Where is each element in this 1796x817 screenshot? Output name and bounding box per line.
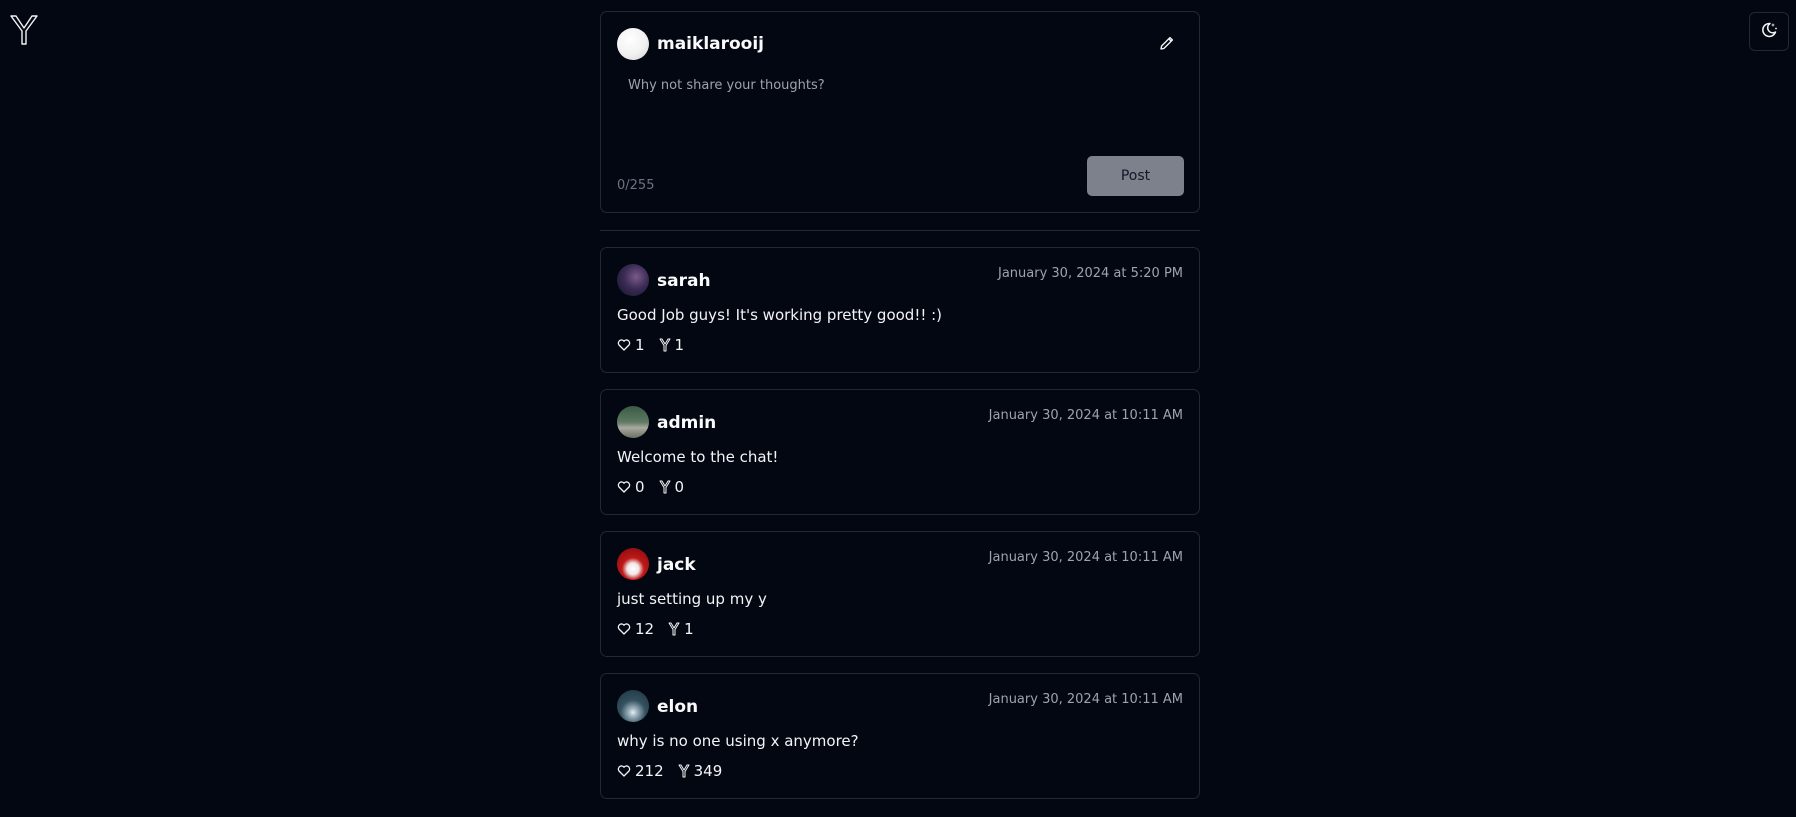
moon-stars-icon — [1760, 21, 1778, 43]
repost-count: 349 — [693, 762, 723, 780]
y-repost-icon — [659, 480, 671, 494]
y-repost-icon — [668, 622, 680, 636]
post-composer: maiklarooij 0/255 Post — [600, 11, 1200, 213]
post-card: admin January 30, 2024 at 10:11 AM Welco… — [600, 389, 1200, 515]
y-repost-icon — [659, 338, 671, 352]
pencil-icon — [1158, 36, 1176, 56]
post-username[interactable]: elon — [657, 697, 698, 717]
post-content: just setting up my y — [617, 590, 767, 608]
heart-icon — [617, 764, 631, 778]
post-timestamp: January 30, 2024 at 10:11 AM — [988, 408, 1183, 423]
post-card: sarah January 30, 2024 at 5:20 PM Good J… — [600, 247, 1200, 373]
repost-button[interactable]: 1 — [659, 336, 685, 354]
post-card: elon January 30, 2024 at 10:11 AM why is… — [600, 673, 1200, 799]
post-timestamp: January 30, 2024 at 5:20 PM — [997, 266, 1183, 281]
repost-button[interactable]: 0 — [659, 478, 685, 496]
post-username[interactable]: jack — [657, 555, 696, 575]
post-content: Welcome to the chat! — [617, 448, 779, 466]
like-button[interactable]: 212 — [617, 762, 664, 780]
y-repost-icon — [678, 764, 690, 778]
composer-username[interactable]: maiklarooij — [657, 34, 764, 54]
post-timestamp: January 30, 2024 at 10:11 AM — [988, 550, 1183, 565]
post-username[interactable]: sarah — [657, 271, 711, 291]
post-actions: 212 349 — [617, 762, 722, 780]
character-counter: 0/255 — [617, 178, 655, 193]
heart-icon — [617, 338, 631, 352]
feed: maiklarooij 0/255 Post sarah January 30,… — [600, 11, 1200, 815]
repost-count: 0 — [674, 478, 685, 496]
repost-count: 1 — [684, 620, 694, 638]
post-text-input[interactable] — [617, 74, 1183, 154]
heart-icon — [617, 480, 631, 494]
like-count: 0 — [635, 478, 645, 496]
repost-count: 1 — [674, 336, 685, 354]
post-content: why is no one using x anymore? — [617, 732, 859, 750]
avatar[interactable] — [617, 548, 649, 580]
post-username[interactable]: admin — [657, 413, 716, 433]
like-button[interactable]: 12 — [617, 620, 654, 638]
post-card: jack January 30, 2024 at 10:11 AM just s… — [600, 531, 1200, 657]
avatar[interactable] — [617, 406, 649, 438]
avatar[interactable] — [617, 264, 649, 296]
post-actions: 1 1 — [617, 336, 684, 354]
edit-button[interactable] — [1158, 34, 1176, 52]
post-actions: 12 1 — [617, 620, 694, 638]
post-actions: 0 0 — [617, 478, 684, 496]
divider — [600, 230, 1200, 231]
avatar[interactable] — [617, 28, 649, 60]
avatar[interactable] — [617, 690, 649, 722]
like-count: 212 — [635, 762, 664, 780]
repost-button[interactable]: 349 — [678, 762, 723, 780]
theme-toggle-button[interactable] — [1749, 12, 1789, 51]
heart-icon — [617, 622, 631, 636]
post-button[interactable]: Post — [1087, 156, 1184, 196]
y-logo-icon[interactable] — [9, 14, 39, 46]
repost-button[interactable]: 1 — [668, 620, 694, 638]
like-button[interactable]: 0 — [617, 478, 645, 496]
like-count: 12 — [635, 620, 655, 638]
post-timestamp: January 30, 2024 at 10:11 AM — [988, 692, 1183, 707]
post-content: Good Job guys! It's working pretty good!… — [617, 306, 943, 324]
like-button[interactable]: 1 — [617, 336, 645, 354]
like-count: 1 — [635, 336, 645, 354]
